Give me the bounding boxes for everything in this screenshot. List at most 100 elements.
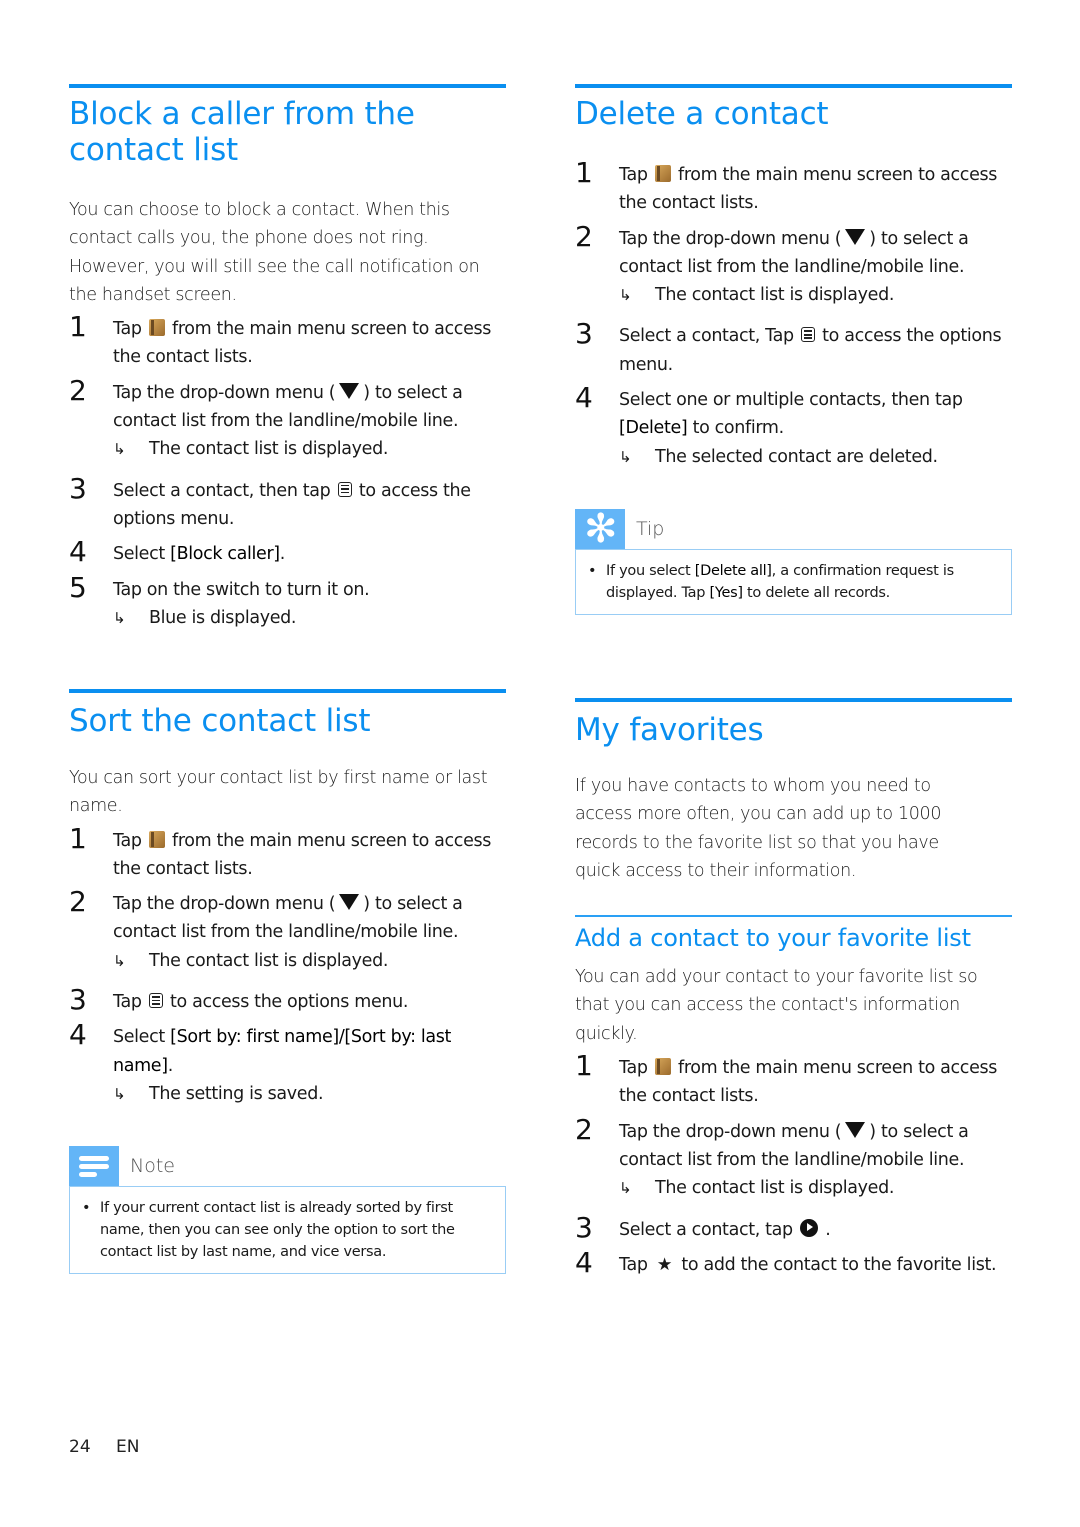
options-menu-icon	[148, 993, 163, 1009]
menu-option-label: [Block caller]	[170, 544, 280, 565]
star-icon: ★	[656, 1254, 673, 1275]
result-arrow-icon: ↳	[619, 1179, 632, 1198]
step-text: from the main menu screen to access the …	[619, 1058, 998, 1107]
options-menu-icon	[337, 481, 352, 497]
step-number: 1	[575, 1049, 593, 1083]
step-text: Select	[113, 544, 165, 565]
step-number: 4	[575, 381, 593, 415]
step-number: 3	[575, 317, 593, 351]
step-1: 1 Tap from the main menu screen to acces…	[575, 1050, 1012, 1111]
step-text: Select	[113, 1027, 165, 1048]
note-icon	[69, 1146, 119, 1187]
result-arrow-icon: ↳	[619, 447, 632, 466]
section-rule	[69, 84, 506, 88]
step-result: ↳ The setting is saved.	[113, 1080, 506, 1108]
title-line: contact list	[69, 132, 238, 168]
step-4: 4 Tap ★ to add the contact to the favori…	[575, 1246, 1012, 1279]
tip-label: Tip	[636, 517, 665, 540]
step-2: 2 Tap the drop-down menu () to select a …	[69, 374, 506, 464]
tip-text: to delete all records.	[747, 584, 890, 601]
tip-header: ✻ Tip	[575, 505, 1012, 552]
step-2: 2 Tap the drop-down menu () to select a …	[69, 886, 506, 975]
step-result: ↳ The contact list is displayed.	[619, 1174, 1012, 1202]
result-text: The contact list is displayed.	[655, 285, 895, 306]
step-number: 1	[69, 310, 87, 344]
subsection-title: Add a contact to your favorite list	[575, 924, 971, 953]
step-number: 3	[69, 471, 87, 505]
step-text: from the main menu screen to access the …	[113, 319, 492, 368]
step-text: to add the contact to the favorite list.	[681, 1254, 997, 1275]
note-header: Note	[69, 1146, 506, 1187]
step-1: 1 Tap from the main menu screen to acces…	[69, 822, 506, 884]
step-text: Tap the drop-down menu (	[113, 382, 336, 403]
step-number: 4	[575, 1245, 593, 1279]
contacts-app-icon	[654, 1058, 671, 1076]
details-arrow-icon	[800, 1218, 819, 1237]
section-title: My favorites	[575, 712, 764, 748]
dropdown-triangle-icon	[339, 382, 360, 399]
section-my-favorites: My favorites If you have contacts to who…	[575, 698, 1012, 1279]
step-number: 4	[69, 535, 87, 569]
step-number: 1	[69, 821, 87, 855]
step-number: 2	[69, 373, 87, 407]
result-arrow-icon: ↳	[113, 1084, 126, 1103]
subsection-intro: You can add your contact to your favorit…	[575, 967, 978, 1044]
step-text: Tap the drop-down menu (	[619, 1121, 842, 1142]
result-text: The contact list is displayed.	[149, 950, 389, 971]
section-block-caller: Block a caller from the contact list You…	[69, 84, 506, 632]
note-box: Note • If your current contact list is a…	[69, 1146, 506, 1275]
step-text: Tap	[113, 830, 142, 851]
step-3: 3 Select a contact, tap .	[575, 1211, 1012, 1244]
step-3: 3 Select a contact, Tap to access the op…	[575, 318, 1012, 379]
contacts-app-icon	[654, 165, 671, 182]
section-rule	[69, 689, 506, 693]
section-delete-contact: Delete a contact 1 Tap from the main men…	[575, 84, 1012, 615]
note-body: • If your current contact list is alread…	[69, 1186, 506, 1275]
result-arrow-icon: ↳	[113, 951, 126, 970]
result-text: The setting is saved.	[149, 1083, 324, 1104]
step-2: 2 Tap the drop-down menu () to select a …	[575, 220, 1012, 310]
menu-option-label: [Yes]	[709, 584, 744, 601]
step-number: 4	[69, 1018, 87, 1052]
note-label: Note	[130, 1155, 175, 1178]
step-text: .	[167, 1055, 174, 1076]
step-text: .	[825, 1219, 831, 1240]
result-arrow-icon: ↳	[113, 608, 126, 627]
section-title: Sort the contact list	[69, 703, 371, 739]
step-text: to confirm.	[692, 418, 785, 439]
step-result: ↳ The contact list is displayed.	[113, 435, 506, 463]
section-title: Delete a contact	[575, 96, 829, 132]
page-footer: 24 EN	[69, 1437, 160, 1457]
step-5: 5 Tap on the switch to turn it on. ↳ Blu…	[69, 571, 506, 633]
section-rule	[575, 84, 1012, 88]
note-text: If your current contact list is already …	[100, 1200, 455, 1261]
step-result: ↳ The selected contact are deleted.	[619, 443, 1012, 471]
asterisk-icon: ✻	[584, 505, 618, 552]
step-text: Select a contact, Tap	[619, 326, 794, 347]
step-text: to access the options menu.	[170, 992, 409, 1013]
title-line: Block a caller from the	[69, 96, 415, 132]
result-arrow-icon: ↳	[619, 286, 632, 305]
step-text: .	[279, 544, 286, 565]
tip-box: ✻ Tip • If you select [Delete all], a co…	[575, 505, 1012, 615]
result-text: Blue is displayed.	[149, 607, 297, 628]
dropdown-triangle-icon	[339, 894, 360, 911]
section-intro: You can choose to block a contact. When …	[69, 200, 480, 305]
menu-option-label: [Delete]	[619, 418, 688, 439]
step-4: 4 Select [Block caller].	[69, 536, 506, 568]
subsection-rule	[575, 915, 1012, 918]
step-result: ↳ The contact list is displayed.	[113, 947, 506, 975]
bullet-icon: •	[82, 1200, 91, 1217]
step-3: 3 Select a contact, then tap to access t…	[69, 472, 506, 534]
step-text: Tap	[619, 1254, 648, 1275]
dropdown-triangle-icon	[845, 1121, 866, 1138]
contacts-app-icon	[148, 319, 165, 337]
step-1: 1 Tap from the main menu screen to acces…	[69, 311, 506, 372]
step-number: 5	[69, 570, 87, 604]
step-number: 3	[69, 983, 87, 1017]
step-text: Tap	[619, 165, 648, 185]
result-text: The selected contact are deleted.	[655, 446, 938, 467]
step-text: Tap	[113, 319, 142, 340]
step-4: 4 Select one or multiple contacts, then …	[575, 382, 1012, 471]
language-code: EN	[116, 1437, 140, 1457]
